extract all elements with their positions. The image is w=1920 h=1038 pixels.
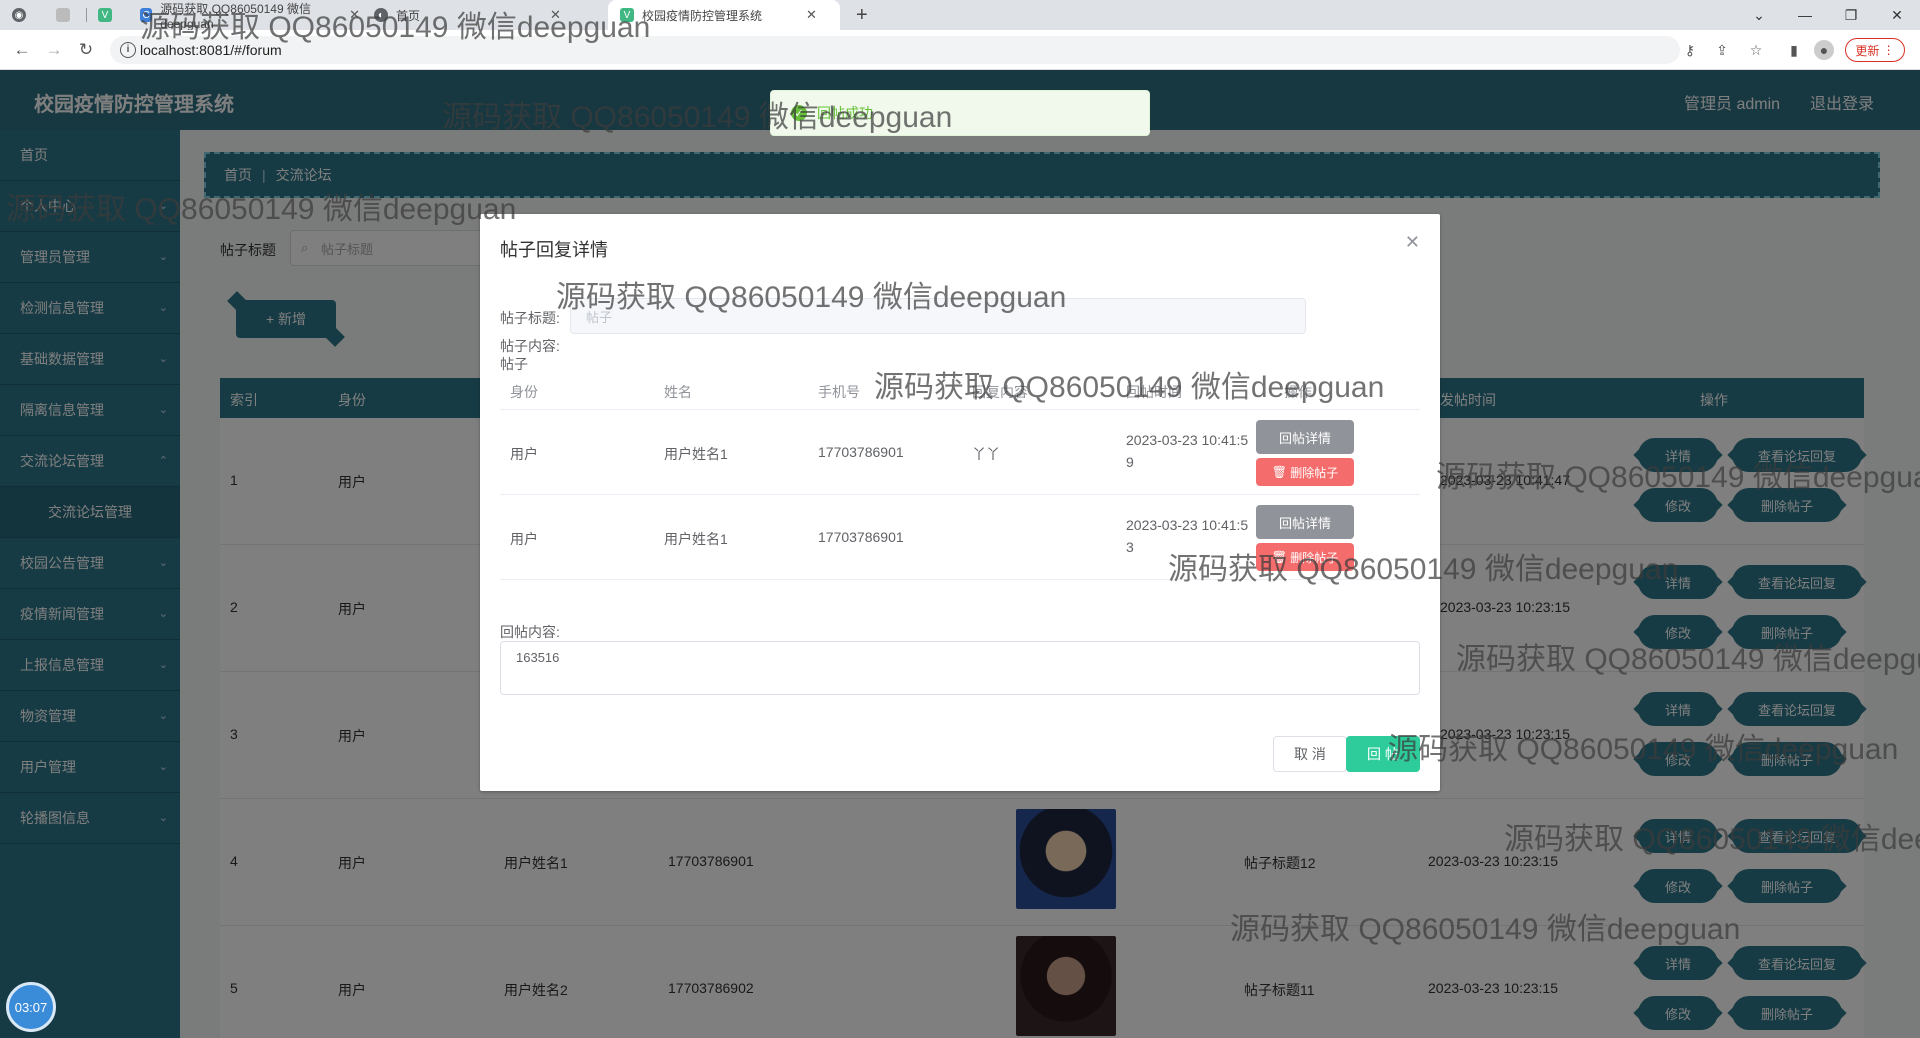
trash-icon: 🗑 — [1271, 465, 1291, 479]
trash-icon: 🗑 — [1271, 550, 1291, 564]
tab-source[interactable]: C 源码获取 QQ86050149 微信deepguan ✕ — [140, 0, 360, 31]
window-close-icon[interactable]: ✕ — [1874, 0, 1920, 30]
forward-icon[interactable]: → — [42, 38, 66, 62]
delete-post-button[interactable]: 🗑 删除帖子 — [1256, 543, 1354, 571]
profile-icon[interactable]: ● — [1814, 40, 1834, 60]
reply-row: 用户 用户姓名1 17703786901 丫丫 2023-03-23 10:41… — [500, 410, 1420, 495]
close-icon[interactable]: ✕ — [806, 7, 817, 23]
reply-row: 用户 用户姓名1 17703786901 2023-03-23 10:41:5 … — [500, 495, 1420, 580]
close-icon[interactable]: ✕ — [349, 7, 360, 23]
share-icon[interactable]: ⇪ — [1712, 40, 1732, 60]
reload-icon[interactable]: ↻ — [74, 38, 98, 62]
tab-label: 源码获取 QQ86050149 微信deepguan — [160, 1, 311, 31]
reply-dialog: 帖子回复详情 ✕ 帖子标题: 帖子 帖子内容: 帖子 身份 姓名 手机号 回复内… — [480, 214, 1440, 791]
tab-active[interactable]: V 校园疫情防控管理系统 ✕ — [608, 0, 840, 30]
timer-badge: 03:07 — [6, 982, 56, 1032]
new-tab-icon[interactable]: + — [856, 0, 868, 30]
tab-home[interactable]: ◐ 首页 ✕ — [374, 0, 594, 30]
info-icon[interactable]: i — [120, 42, 136, 58]
tab-label: 首页 — [396, 8, 421, 23]
url-text: localhost:8081/#/forum — [140, 42, 282, 58]
key-icon[interactable]: ⚷ — [1680, 40, 1700, 60]
minimize-icon[interactable]: — — [1782, 0, 1828, 30]
submit-reply-button[interactable]: 回 帖 — [1346, 736, 1420, 772]
sidepanel-icon[interactable]: ▮ — [1784, 40, 1804, 60]
toast-text: 回帖成功 — [817, 105, 873, 121]
post-title-field: 帖子 — [570, 298, 1306, 334]
reply-table: 身份 姓名 手机号 回复内容 回帖时间 操作 用户 用户姓名1 17703786… — [500, 374, 1420, 580]
dialog-title: 帖子回复详情 — [500, 240, 608, 260]
reply-textarea[interactable]: 163516 — [500, 641, 1420, 695]
reply-label: 回帖内容: — [500, 624, 560, 640]
cancel-button[interactable]: 取 消 — [1273, 736, 1347, 772]
post-content-value: 帖子 — [500, 356, 528, 372]
reply-detail-button[interactable]: 回帖详情 — [1256, 505, 1354, 539]
tab-blank[interactable] — [56, 0, 78, 30]
tab-search-chevron-icon[interactable]: ⌄ — [1736, 0, 1782, 30]
browser-tab-bar: ◉ V C 源码获取 QQ86050149 微信deepguan ✕ ◐ 首页 … — [0, 0, 1920, 31]
delete-post-button[interactable]: 🗑 删除帖子 — [1256, 458, 1354, 486]
back-icon[interactable]: ← — [10, 38, 34, 62]
tab-vue-icon[interactable]: V — [98, 0, 120, 30]
restore-icon[interactable]: ❐ — [1828, 0, 1874, 30]
url-field[interactable]: i localhost:8081/#/forum — [110, 36, 1680, 64]
close-icon[interactable]: ✕ — [1405, 232, 1420, 253]
star-icon[interactable]: ☆ — [1746, 40, 1766, 60]
tab-label: 校园疫情防控管理系统 — [642, 8, 763, 23]
reply-detail-button[interactable]: 回帖详情 — [1256, 420, 1354, 454]
reply-table-header: 身份 姓名 手机号 回复内容 回帖时间 操作 — [500, 374, 1420, 410]
success-toast: ✓ 回帖成功 — [770, 90, 1150, 136]
check-icon: ✓ — [791, 105, 807, 121]
post-content-label: 帖子内容: — [500, 338, 560, 354]
post-title-label: 帖子标题: — [500, 310, 560, 326]
tab-search-icon[interactable]: ◉ — [12, 0, 34, 30]
update-button[interactable]: 更新 ⋮ — [1845, 38, 1905, 62]
close-icon[interactable]: ✕ — [550, 7, 561, 23]
address-bar: ← → ↻ i localhost:8081/#/forum ⚷ ⇪ ☆ ▮ ●… — [0, 30, 1920, 70]
